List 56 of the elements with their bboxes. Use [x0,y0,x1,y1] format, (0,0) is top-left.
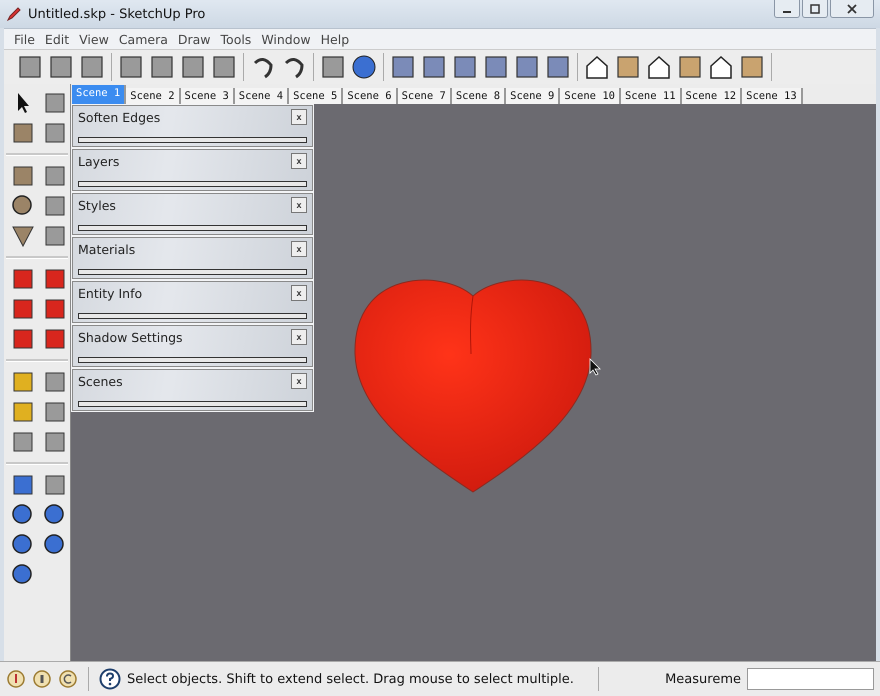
panel-title: Layers [78,154,120,168]
minimize-button[interactable] [774,0,800,18]
close-button[interactable] [830,0,874,18]
maximize-button[interactable] [802,0,828,18]
scene-tab[interactable]: Scene 4 [234,88,290,104]
menu-item[interactable]: Edit [40,32,76,46]
scene-tab[interactable]: Scene 10 [560,88,621,104]
scene-tab[interactable]: Scene 7 [398,88,452,104]
panel-title: Scenes [78,374,123,388]
panel-close-button[interactable]: x [291,153,307,169]
tray-panel[interactable]: Layers x [72,149,313,191]
panel-title: Soften Edges [78,110,160,124]
pencil-logo-icon [6,6,22,22]
panel-close-button[interactable]: x [291,285,307,301]
panel-title: Materials [78,242,136,256]
tray-panel[interactable]: Soften Edges x [72,105,313,147]
mouse-cursor-icon [589,358,601,376]
panel-title: Entity Info [78,286,142,300]
panel-close-button[interactable]: x [291,373,307,389]
scene-tab[interactable]: Scene 11 [620,88,682,104]
minimize-icon [783,10,791,12]
panel-title: Styles [78,198,116,212]
panel-close-button[interactable]: x [291,329,307,345]
scene-tab[interactable]: Scene 12 [682,88,742,104]
menu-item[interactable]: Help [316,32,356,46]
menu-item[interactable]: View [75,32,115,46]
3d-viewport[interactable]: Soften Edges x Layers x Styles x Materials x Entity Info x Shadow Settings x Scenes x [71,104,876,661]
menu-item[interactable]: File [10,32,41,46]
panel-close-button[interactable]: x [291,109,307,125]
help-icon[interactable] [99,668,121,690]
panel-close-button[interactable]: x [291,241,307,257]
scene-tab[interactable]: Scene 6 [343,88,398,104]
scene-tab[interactable]: Scene 3 [180,88,235,104]
scene-tab[interactable]: Scene 8 [452,88,506,104]
close-icon [847,4,857,14]
tray-panel[interactable]: Materials x [72,237,313,279]
menu-item[interactable]: Draw [174,32,217,46]
menu-item[interactable]: Tools [216,32,258,46]
panel-title: Shadow Settings [78,330,183,344]
scene-tab[interactable]: Scene 5 [289,88,344,104]
scene-tab[interactable]: Scene 9 [506,88,560,104]
tray-panel[interactable]: Styles x [72,193,313,235]
window-title: Untitled.skp - SketchUp Pro [28,6,206,22]
menu-item[interactable]: Window [257,32,317,46]
tray-panel[interactable]: Entity Info x [72,281,313,323]
measurements-field[interactable] [747,668,874,690]
tray-panel[interactable]: Shadow Settings x [72,325,313,367]
tray-panel[interactable]: Scenes x [72,369,313,411]
maximize-icon [810,4,820,14]
scene-tab[interactable]: Scene 2 [126,88,181,104]
scene-tab[interactable]: Scene 13 [742,88,803,104]
menu-item[interactable]: Camera [114,32,174,46]
panel-close-button[interactable]: x [291,197,307,213]
copyright-icon[interactable] [58,669,78,689]
measurements-label: Measureme [665,672,741,686]
status-hint-text: Select objects. Shift to extend select. Drag mouse to select multiple. [127,672,574,686]
